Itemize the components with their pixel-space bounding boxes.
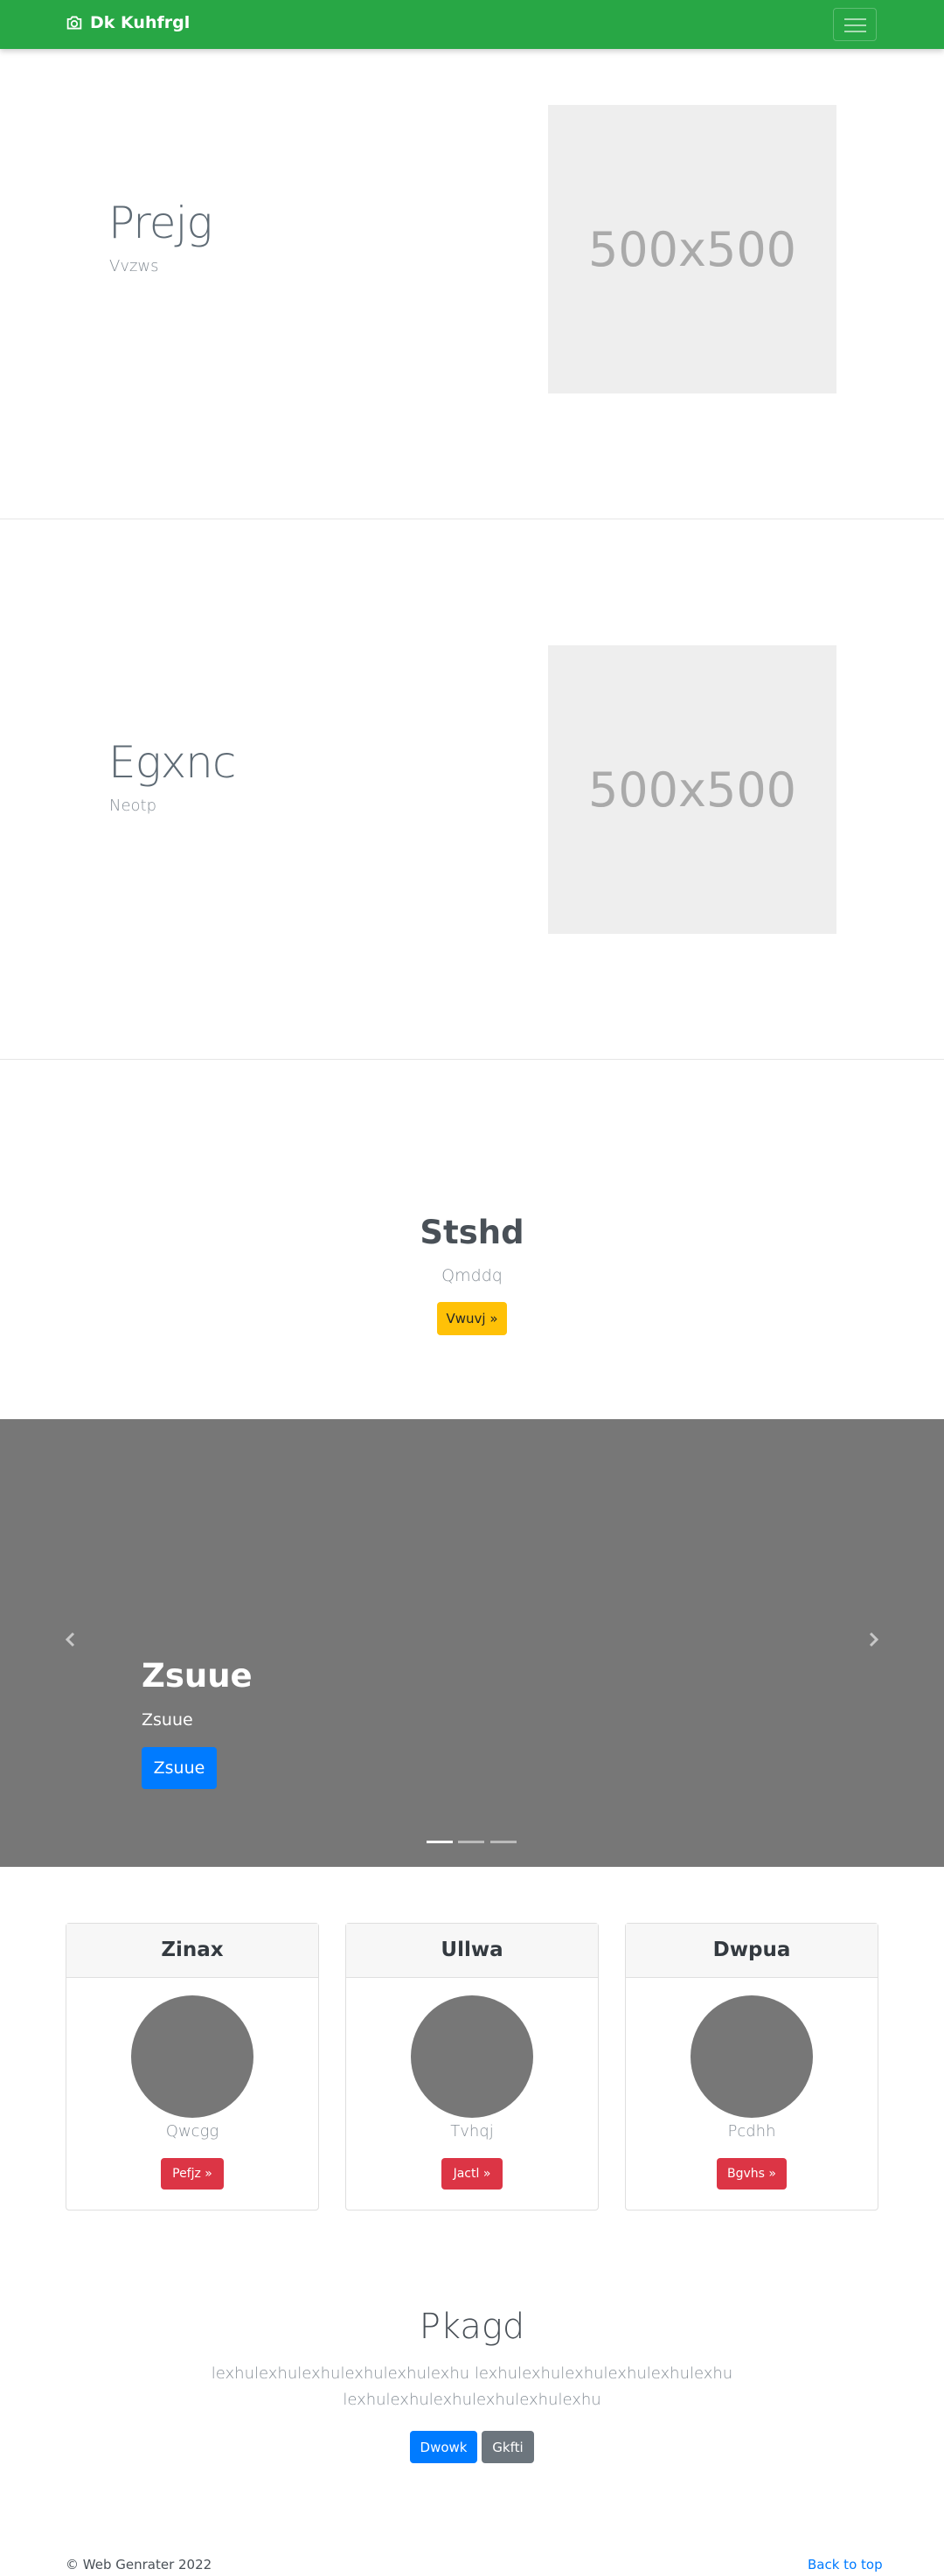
card-avatar [131,1995,253,2118]
card-header: Zinax [66,1924,318,1978]
menu-icon-bar [844,24,866,26]
cta-title: Stshd [420,1214,524,1251]
jumbotron-secondary-button[interactable]: Gkfti [482,2431,534,2463]
menu-icon-bar [844,18,866,20]
navbar-brand[interactable]: Dk Kuhfrgl [66,13,190,32]
carousel: Zsuue Zsuue Zsuue [0,1419,944,1867]
navbar-toggle-button[interactable] [833,8,877,41]
featurette-heading: Prejg [108,198,212,248]
placeholder-label: 500x500 [587,221,797,277]
camera-icon [66,16,82,30]
featurette-heading: Egxnc [108,737,236,788]
featurette-divider [0,1059,944,1060]
jumbotron-title: Pkagd [419,2307,525,2347]
navbar: Dk Kuhfrgl [0,0,944,49]
carousel-caption-text: Zsuue [142,1710,193,1730]
card-2: Ullwa Tvhqj Jactl » [345,1923,599,2210]
cta-subtitle: Qmddq [441,1266,503,1285]
carousel-caption-title: Zsuue [142,1657,253,1695]
back-to-top-link[interactable]: Back to top [808,2557,883,2573]
card-header: Dwpua [626,1924,878,1978]
carousel-indicator-2[interactable] [458,1841,484,1843]
placeholder-label: 500x500 [587,762,797,818]
chevron-right-icon [869,1632,879,1647]
brand-label: Dk Kuhfrgl [90,13,191,32]
card-button[interactable]: Jactl » [441,2158,503,2190]
card-3: Dwpua Pcdhh Bgvhs » [625,1923,878,2210]
cta-button[interactable]: Vwuvj » [437,1302,507,1335]
jumbotron-text: lexhulexhulexhulexhulexhulexhu lexhulexh… [211,2364,733,2409]
carousel-prev-button[interactable] [58,1626,84,1653]
featurette-image-placeholder: 500x500 [548,645,836,934]
chevron-left-icon [65,1632,75,1647]
menu-icon-bar [844,31,866,32]
carousel-next-button[interactable] [860,1626,886,1653]
featurette-subtext: Neotp [109,797,157,815]
card-text: Pcdhh [727,2122,776,2141]
card-header: Ullwa [346,1924,598,1978]
jumbotron-primary-button[interactable]: Dwowk [410,2431,477,2463]
carousel-caption-button[interactable]: Zsuue [142,1747,217,1789]
card-avatar [691,1995,813,2118]
card-text: Tvhqj [450,2122,494,2141]
featurette-image-placeholder: 500x500 [548,105,836,393]
carousel-indicator-1[interactable] [427,1841,453,1843]
card-1: Zinax Qwcgg Pefjz » [66,1923,319,2210]
card-button[interactable]: Bgvhs » [717,2158,787,2190]
card-button[interactable]: Pefjz » [161,2158,224,2190]
footer-copyright: © Web Genrater 2022 [66,2557,212,2573]
featurette-1: Prejg Vvzws 500x500 [0,49,944,589]
featurette-2: Egxnc Neotp 500x500 [0,588,944,1129]
carousel-indicator-3[interactable] [490,1841,517,1843]
card-text: Qwcgg [165,2122,219,2141]
card-avatar [411,1995,533,2118]
featurette-subtext: Vvzws [109,257,159,275]
